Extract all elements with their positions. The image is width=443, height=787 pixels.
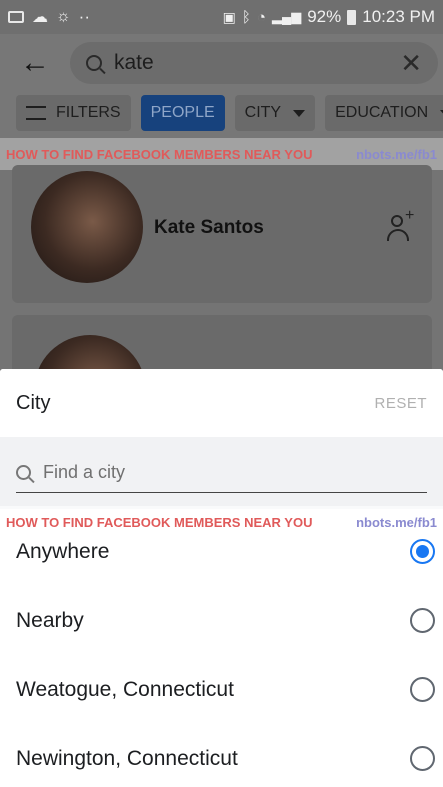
result-name[interactable]: Kate Santos (154, 217, 264, 239)
city-chip[interactable]: CITY (234, 95, 316, 131)
education-chip-label: EDUCATION (335, 104, 429, 121)
search-icon (16, 465, 31, 480)
cloud-icon: ☁ (32, 9, 48, 26)
result-card[interactable] (12, 315, 432, 447)
city-search-area: Find a city (0, 437, 443, 509)
watermark-text: HOW TO FIND FACEBOOK MEMBERS NEAR YOU (6, 146, 313, 162)
watermark-banner: HOW TO FIND FACEBOOK MEMBERS NEAR YOU nb… (0, 506, 443, 538)
city-filter-sheet: City RESET Find a city Anywhere Nearby W… (0, 369, 443, 787)
search-header: ← kate ✕ (0, 34, 443, 92)
education-chip[interactable]: EDUCATION (325, 95, 443, 131)
add-friend-icon[interactable]: + (387, 207, 414, 243)
more-dots: ·· (78, 7, 90, 26)
bluetooth-icon: ᛒ (241, 8, 251, 26)
people-chip-label: PEOPLE (150, 104, 215, 121)
radio-icon[interactable] (410, 608, 435, 633)
back-arrow-icon[interactable]: ← (0, 46, 70, 80)
signal-icon: ▂▄▆ (271, 9, 302, 24)
search-bar[interactable]: kate ✕ (70, 42, 438, 84)
chevron-down-icon (293, 109, 306, 117)
city-option-nearby[interactable]: Nearby (0, 586, 443, 655)
search-input[interactable]: kate (114, 51, 154, 75)
avatar (31, 171, 143, 283)
city-chip-label: CITY (244, 104, 282, 121)
option-label: Nearby (16, 608, 84, 632)
watermark-link: nbots.me/fb1 (356, 514, 437, 530)
radio-icon[interactable] (410, 677, 435, 702)
image-icon (8, 11, 24, 23)
sliders-icon (26, 106, 46, 120)
option-label: Weatogue, Connecticut (16, 677, 234, 701)
city-option-newington[interactable]: Newington, Connecticut (0, 724, 443, 787)
reset-button[interactable]: RESET (374, 395, 427, 412)
option-label: Newington, Connecticut (16, 746, 238, 770)
sheet-header: City RESET (0, 369, 443, 437)
city-search-placeholder[interactable]: Find a city (43, 462, 125, 483)
search-icon (86, 55, 102, 71)
filters-chip-label: FILTERS (56, 104, 121, 121)
clock: 10:23 PM (362, 7, 435, 26)
watermark-text: HOW TO FIND FACEBOOK MEMBERS NEAR YOU (6, 514, 313, 530)
people-chip[interactable]: PEOPLE (140, 95, 225, 131)
weather-icon: ☼ (56, 8, 71, 25)
filters-chip[interactable]: FILTERS (16, 95, 131, 131)
wifi-icon: ◔ (256, 8, 266, 26)
status-bar: ☁ ☼ ·· ▣ ᛒ ◔ ▂▄▆ 92% 10:23 PM (0, 0, 443, 34)
close-icon[interactable]: ✕ (400, 48, 422, 79)
watermark-link: nbots.me/fb1 (356, 146, 437, 162)
sim-icon: ▣ (222, 8, 236, 25)
option-label: Anywhere (16, 539, 110, 563)
result-card[interactable]: Kate Santos + (12, 165, 432, 303)
radio-selected-icon[interactable] (410, 539, 435, 564)
battery-icon (347, 9, 357, 25)
radio-icon[interactable] (410, 746, 435, 771)
filter-chip-row: FILTERS PEOPLE CITY EDUCATION (0, 92, 443, 138)
city-option-weatogue[interactable]: Weatogue, Connecticut (0, 655, 443, 724)
battery-percent: 92% (307, 7, 342, 26)
city-search-field[interactable]: Find a city (16, 453, 427, 493)
sheet-title: City (16, 391, 51, 414)
